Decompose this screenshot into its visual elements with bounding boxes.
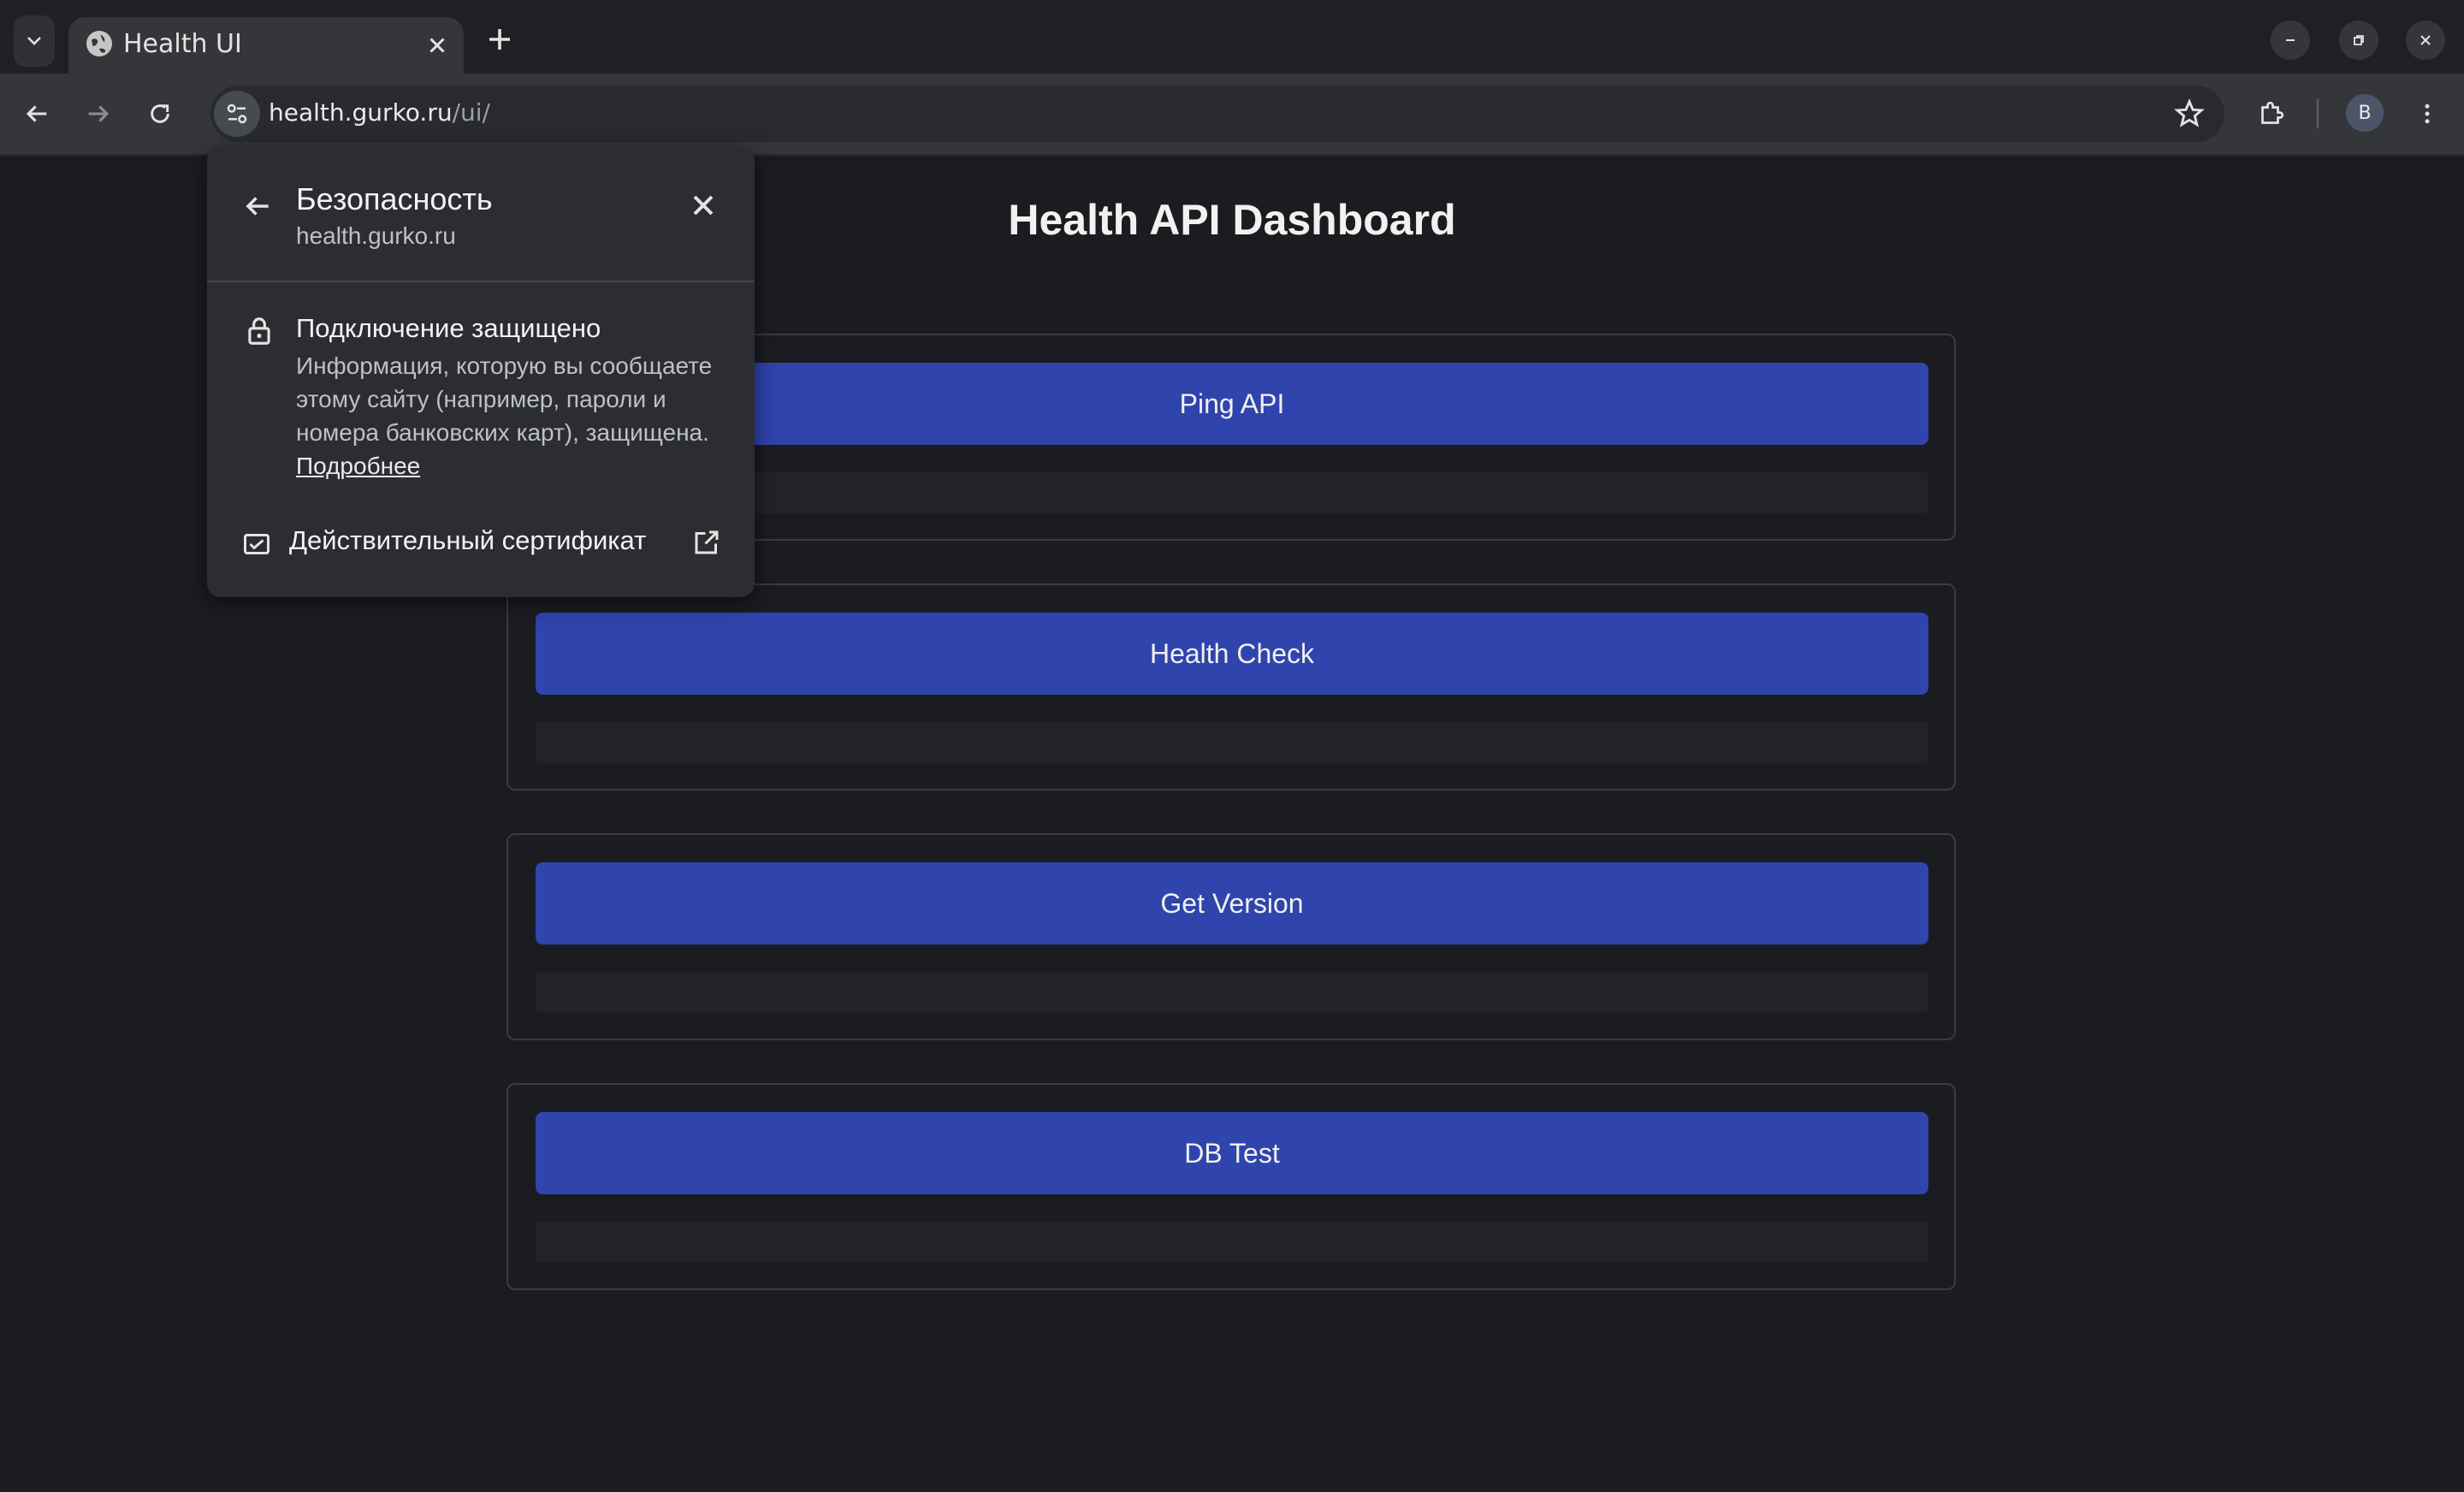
tune-icon — [227, 104, 247, 124]
popup-heading: Безопасность — [296, 181, 493, 216]
arrow-right-icon — [88, 105, 110, 122]
popup-domain: health.gurko.ru — [296, 222, 456, 249]
health-card: Health Check — [506, 583, 1956, 790]
get-version-button[interactable]: Get Version — [536, 862, 1928, 944]
site-info-button[interactable] — [214, 91, 260, 137]
new-tab-icon[interactable] — [484, 24, 515, 55]
profile-avatar[interactable]: B — [2346, 94, 2384, 132]
connection-description-text: Информация, которую вы сообщаете этому с… — [296, 352, 713, 446]
learn-more-link[interactable]: Подробнее — [296, 453, 420, 479]
db-output — [536, 1222, 1928, 1263]
chevron-down-icon — [27, 37, 41, 45]
close-popup-icon[interactable] — [686, 188, 720, 222]
security-popup: Безопасность health.gurko.ru Подключение… — [207, 147, 755, 597]
address-bar[interactable]: health.gurko.ru/ui/ — [210, 86, 2224, 142]
url-path: /ui/ — [452, 98, 490, 127]
url-text: health.gurko.ru/ui/ — [269, 98, 490, 127]
lock-icon — [248, 317, 270, 345]
restore-icon — [2354, 35, 2364, 45]
connection-description: Информация, которую вы сообщаете этому с… — [296, 349, 741, 483]
external-link-icon[interactable] — [691, 527, 722, 558]
arrow-left-icon — [26, 105, 47, 122]
tab-health-ui[interactable]: Health UI — [68, 17, 464, 74]
db-test-button[interactable]: DB Test — [536, 1112, 1928, 1194]
certificate-link[interactable]: Действительный сертификат — [289, 525, 646, 556]
tab-strip: Health UI — [0, 0, 2464, 74]
restore-button[interactable] — [2339, 21, 2378, 60]
tab-search-button[interactable] — [14, 15, 55, 67]
bookmark-star-icon[interactable] — [2173, 98, 2206, 130]
tab-title: Health UI — [123, 29, 242, 59]
minimize-button[interactable] — [2271, 21, 2310, 60]
extensions-button[interactable] — [2252, 94, 2291, 133]
version-card: Get Version — [506, 833, 1956, 1040]
puzzle-icon — [2261, 101, 2284, 124]
reload-button[interactable] — [140, 94, 180, 133]
version-output — [536, 972, 1928, 1013]
close-icon — [2420, 35, 2431, 45]
certificate-icon — [244, 534, 270, 554]
close-tab-icon[interactable] — [424, 33, 450, 58]
minimize-icon — [2286, 39, 2295, 41]
connection-title: Подключение защищено — [296, 313, 601, 343]
close-window-button[interactable] — [2406, 21, 2445, 60]
more-vertical-icon — [2425, 104, 2430, 124]
globe-icon — [86, 31, 112, 56]
health-check-button[interactable]: Health Check — [536, 613, 1928, 695]
popup-divider — [207, 281, 755, 282]
reload-icon — [151, 104, 169, 123]
browser-toolbar: health.gurko.ru/ui/ B — [0, 74, 2464, 156]
back-arrow-icon[interactable] — [241, 190, 274, 222]
db-card: DB Test — [506, 1083, 1956, 1290]
toolbar-separator — [2317, 99, 2319, 128]
back-button[interactable] — [17, 94, 56, 133]
forward-button[interactable] — [79, 94, 118, 133]
health-output — [536, 722, 1928, 763]
url-host: health.gurko.ru — [269, 98, 453, 127]
menu-button[interactable] — [2408, 94, 2447, 133]
